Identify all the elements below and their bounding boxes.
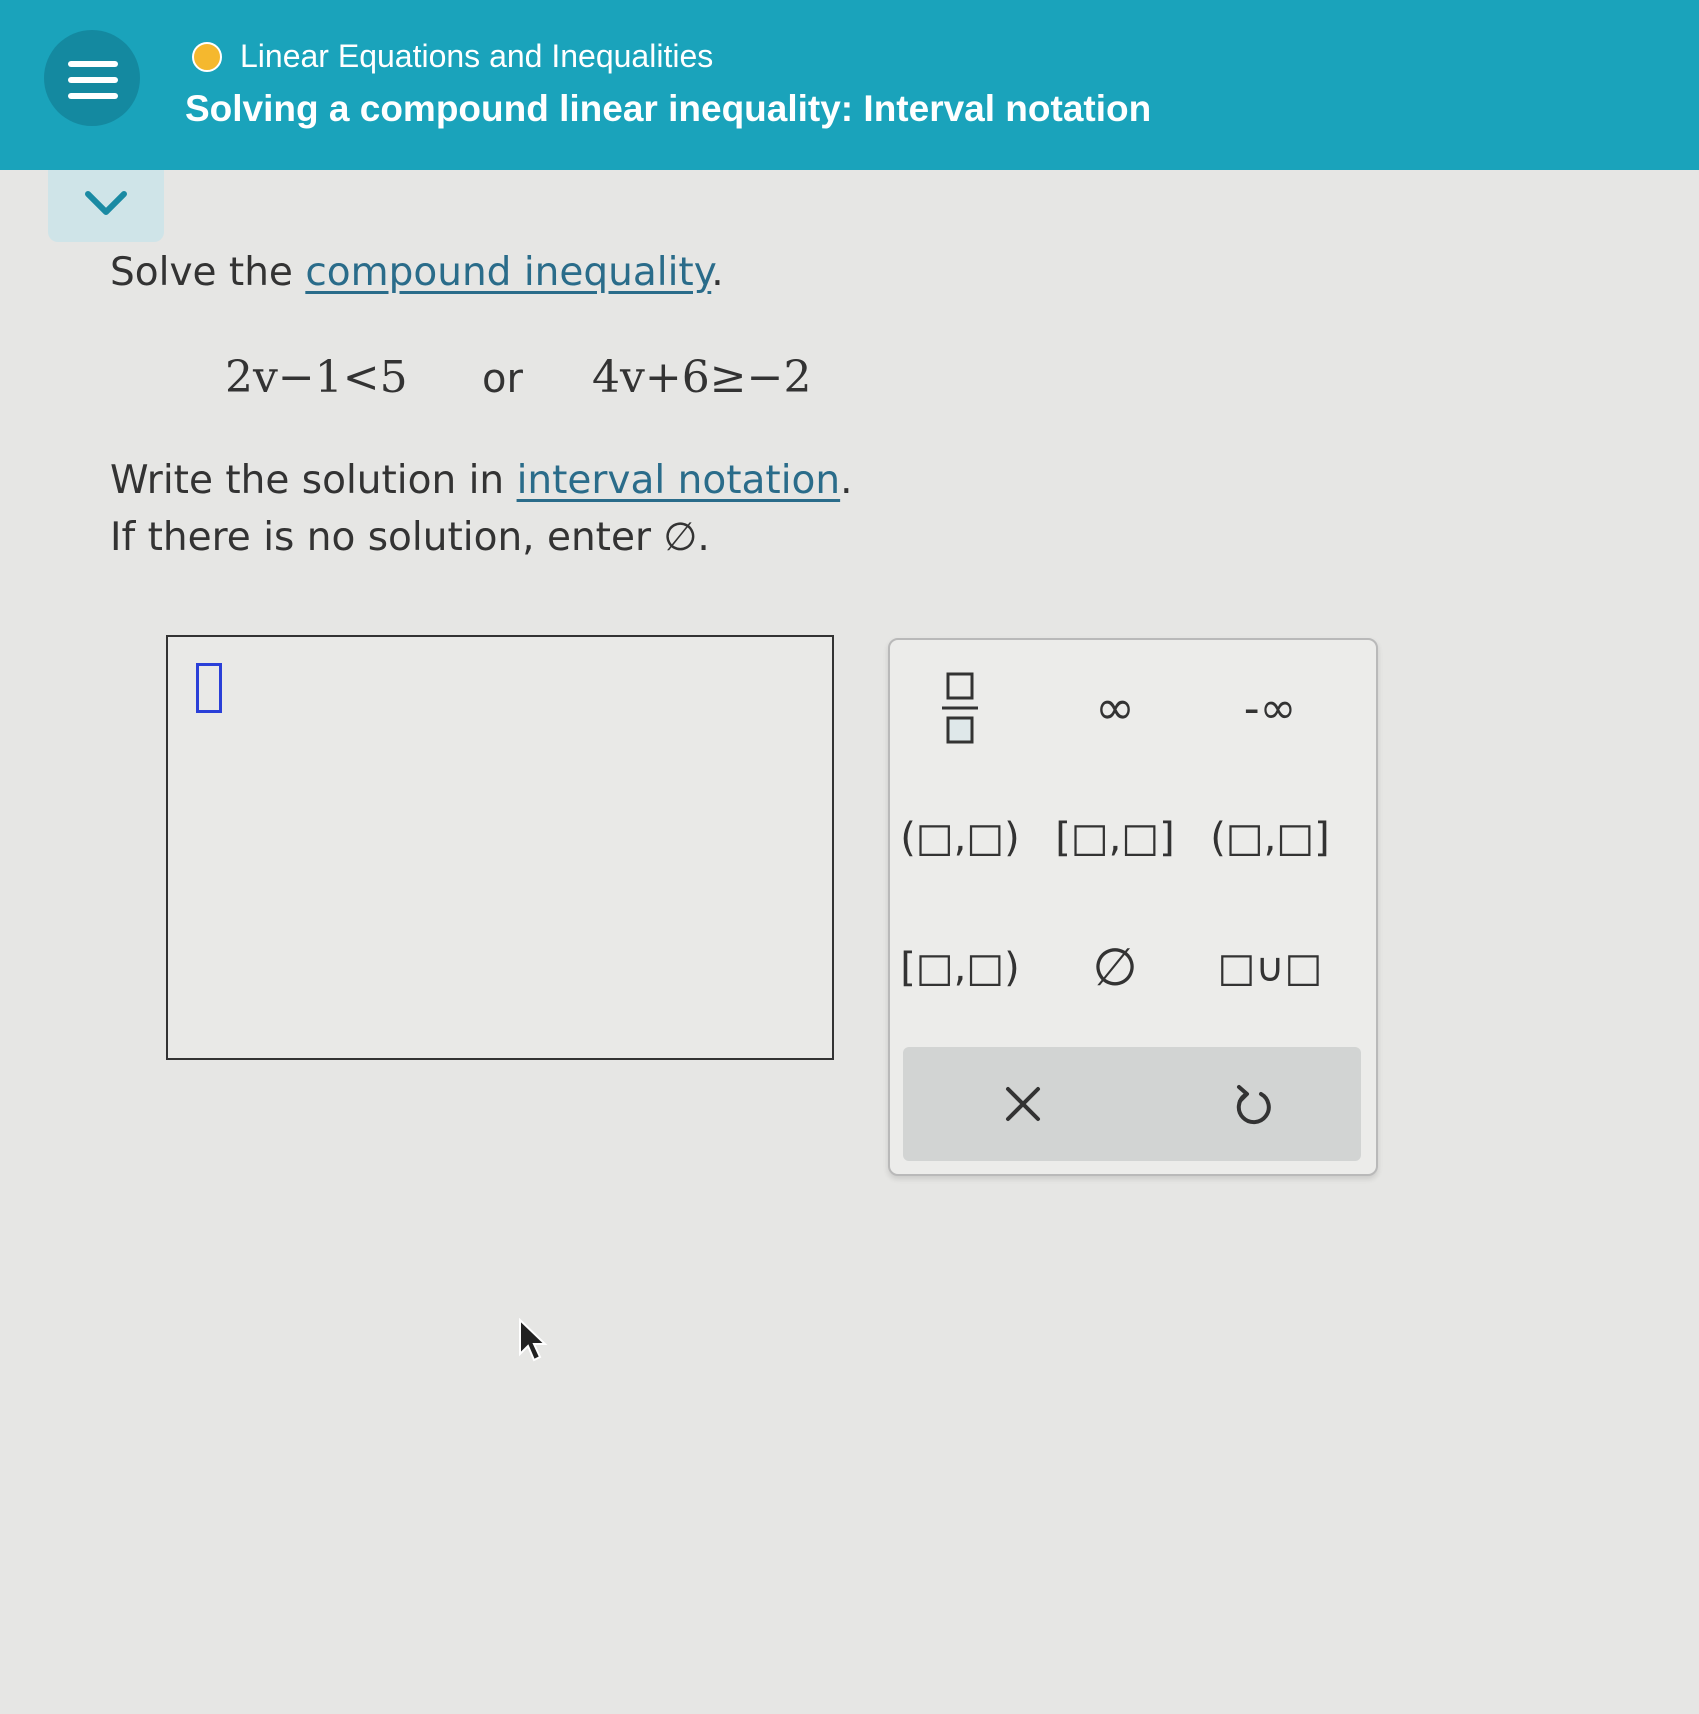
empty-set-key[interactable]: ∅ [1045,920,1185,1016]
menu-icon [68,93,118,99]
infinity-key[interactable]: ∞ [1045,660,1185,756]
math-keypad: ∞ -∞ (□,□) [□,□] (□,□] [□,□) ∅ □∪□ [888,638,1378,1176]
clear-button[interactable] [983,1064,1063,1144]
interval-notation-link[interactable]: interval notation [517,458,841,503]
topic-title: Linear Equations and Inequalities [240,38,714,74]
instruction-period: . [711,250,724,295]
menu-icon [68,77,118,83]
fraction-key[interactable] [890,660,1030,756]
compound-inequality-link[interactable]: compound inequality [305,250,711,295]
answer-input[interactable] [166,635,834,1060]
empty-set-hint: If there is no solution, enter ∅. [110,515,710,560]
input-cursor [196,663,222,713]
keypad-action-bar [903,1047,1361,1161]
inequality-right: 4v+6≥−2 [592,352,812,403]
negative-infinity-key[interactable]: -∞ [1200,660,1340,756]
clear-icon [1006,1087,1040,1121]
answer-instruction-period: . [840,458,853,503]
menu-button[interactable] [44,30,140,126]
fraction-icon [942,672,978,744]
instruction-text: Solve the [110,250,306,295]
left-open-interval-key[interactable]: (□,□] [1200,790,1340,886]
chevron-down-icon [85,191,127,215]
union-key[interactable]: □∪□ [1200,920,1340,1016]
undo-button[interactable] [1213,1064,1293,1144]
answer-instruction: Write the solution in interval notation. [110,458,853,503]
collapse-toggle[interactable] [48,170,164,242]
open-interval-key[interactable]: (□,□) [890,790,1030,886]
mouse-pointer-icon [519,1318,548,1362]
problem-instruction: Solve the compound inequality. [110,250,724,295]
undo-icon [1236,1085,1271,1125]
header-bar: Linear Equations and Inequalities Solvin… [0,0,1699,170]
right-open-interval-key[interactable]: [□,□) [890,920,1030,1016]
answer-instruction-text: Write the solution in [110,458,517,503]
closed-interval-key[interactable]: [□,□] [1045,790,1185,886]
connector-word: or [482,356,523,402]
lesson-title: Solving a compound linear inequality: In… [185,88,1152,129]
topic-status-icon [192,42,222,72]
inequality-left: 2v−1<5 [225,352,408,403]
menu-icon [68,61,118,67]
